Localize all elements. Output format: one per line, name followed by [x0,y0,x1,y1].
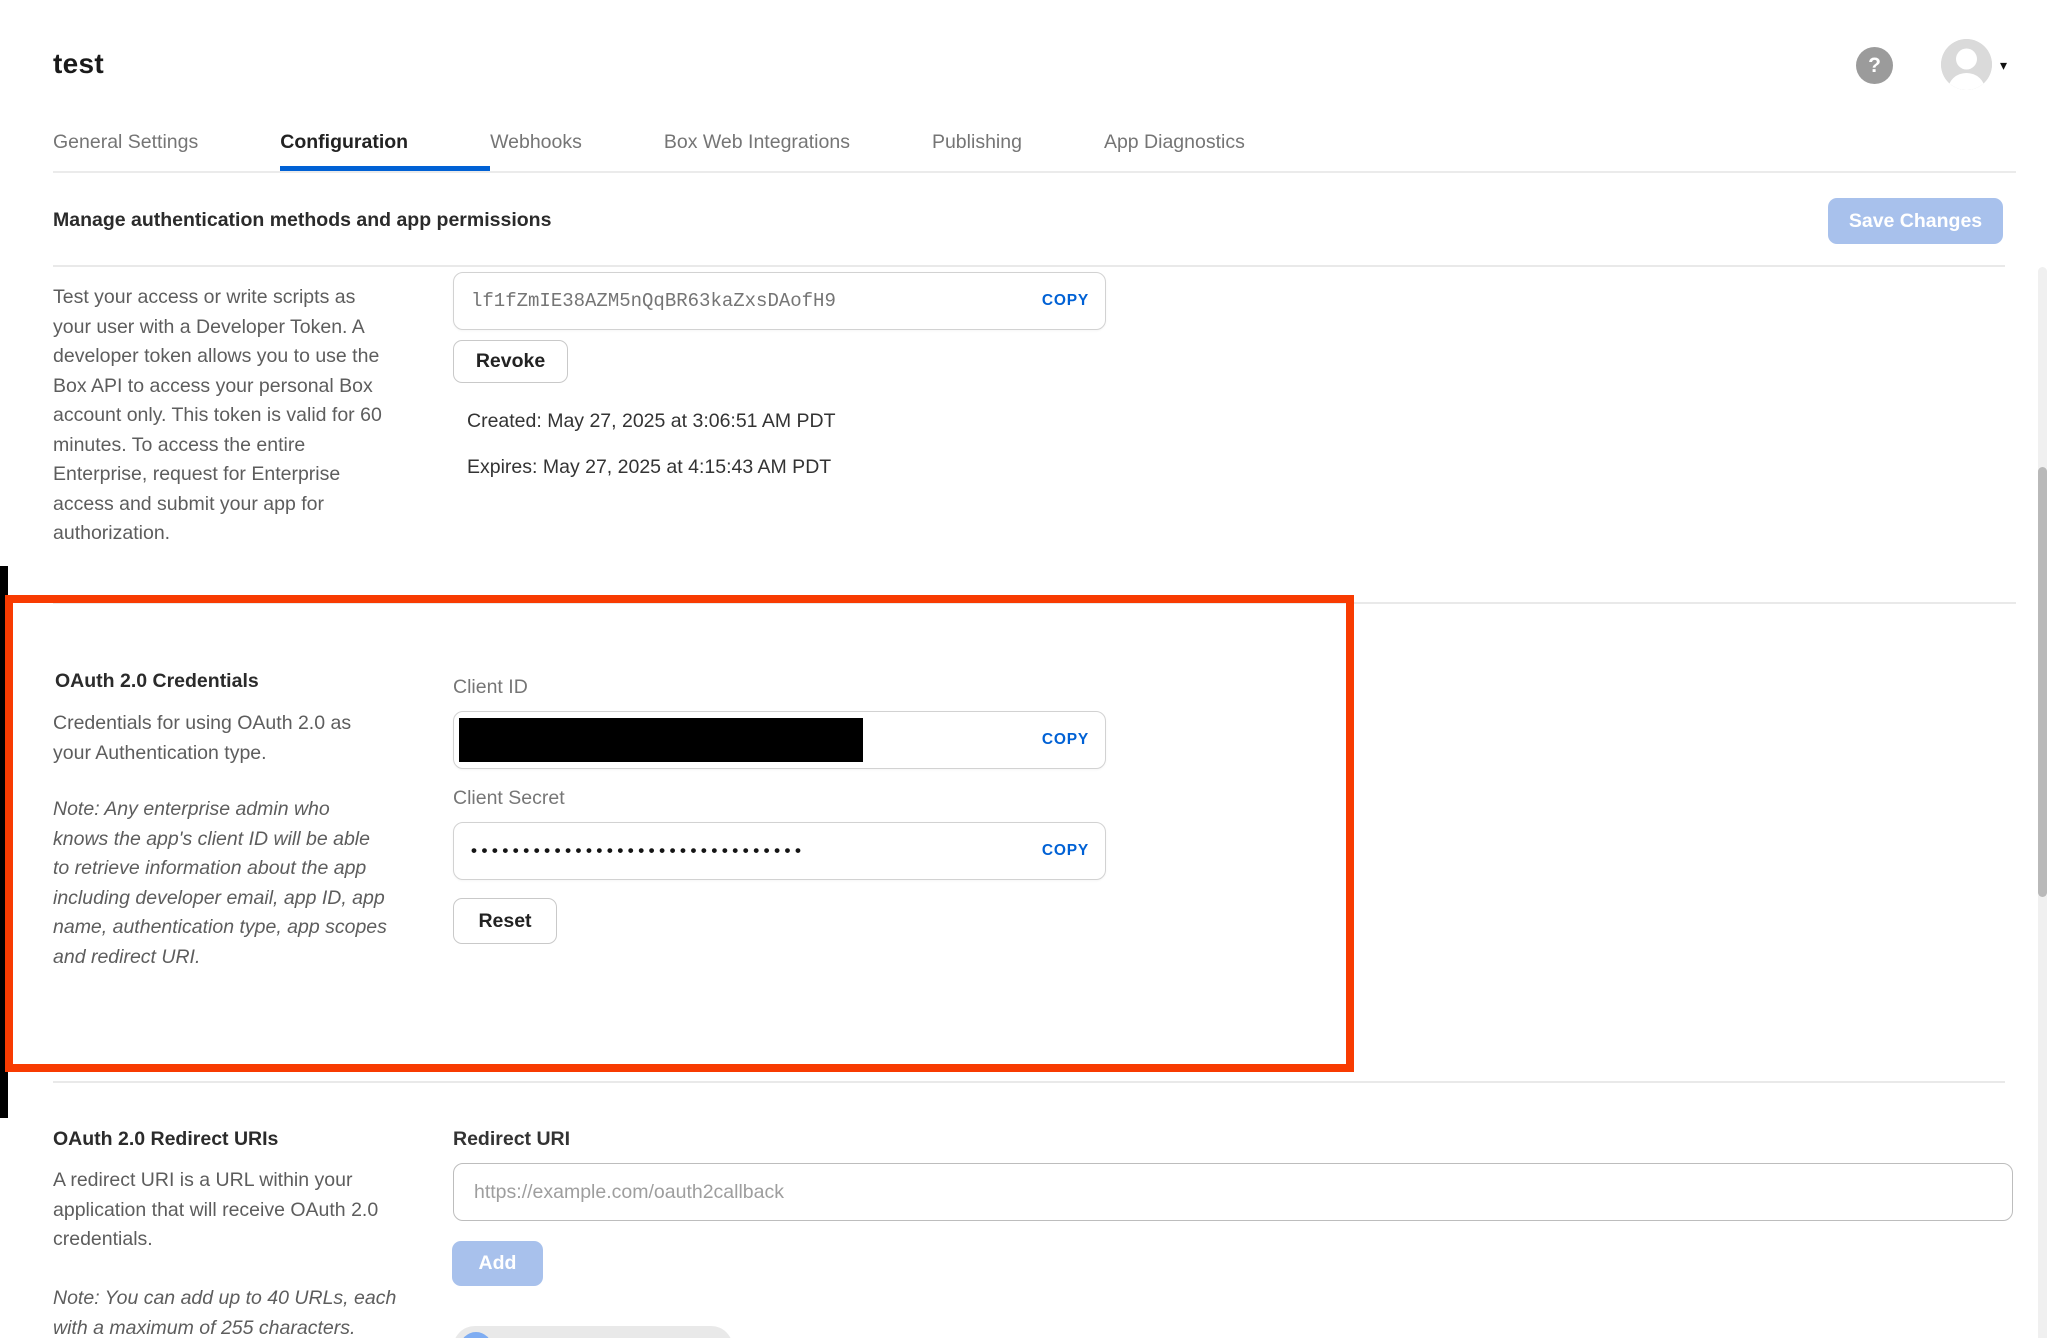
tab-webhooks[interactable]: Webhooks [490,131,664,171]
copy-client-secret-button[interactable]: COPY [1042,842,1089,860]
tab-app-diagnostics[interactable]: App Diagnostics [1104,131,1327,171]
client-id-label: Client ID [453,676,528,699]
uri-bullet-icon [460,1332,492,1338]
copy-token-button[interactable]: COPY [1042,292,1089,310]
avatar[interactable] [1941,39,1992,90]
divider [53,1081,2005,1083]
redirect-uri-input[interactable] [453,1163,2013,1221]
tab-publishing[interactable]: Publishing [932,131,1104,171]
client-id-redaction [459,718,863,762]
oauth-credentials-description: Credentials for using OAuth 2.0 as your … [53,709,473,768]
revoke-button[interactable]: Revoke [453,340,568,383]
add-redirect-uri-button[interactable]: Add [452,1241,543,1286]
save-changes-button[interactable]: Save Changes [1828,198,2003,244]
client-id-field[interactable]: COPY [453,711,1106,769]
redirect-uris-description: A redirect URI is a URL within your appl… [53,1166,473,1255]
developer-token-field[interactable]: lf1fZmIE38AZM5nQqBR63kaZxsDAofH9 COPY [453,272,1106,330]
redirect-uris-note: Note: You can add up to 40 URLs, each wi… [53,1284,493,1338]
divider [53,265,2005,267]
help-button[interactable]: ? [1856,47,1893,84]
token-expires-timestamp: Expires: May 27, 2025 at 4:15:43 AM PDT [467,456,831,479]
copy-client-id-button[interactable]: COPY [1042,731,1089,749]
redirect-uris-heading: OAuth 2.0 Redirect URIs [53,1128,278,1151]
oauth-credentials-note: Note: Any enterprise admin who knows the… [53,795,483,972]
redirect-uri-list-item[interactable] [453,1326,733,1338]
client-secret-label: Client Secret [453,787,565,810]
divider [53,602,2016,604]
scrollbar-thumb[interactable] [2038,467,2047,897]
redirect-uri-label: Redirect URI [453,1128,570,1151]
app-config-page: test ? ▾ General Settings Configuration … [0,0,2048,1338]
developer-token-value: lf1fZmIE38AZM5nQqBR63kaZxsDAofH9 [471,290,836,312]
tab-general-settings[interactable]: General Settings [53,131,280,171]
annotation-black-bar [0,566,8,1118]
tabs-divider [53,171,2016,173]
oauth-credentials-heading: OAuth 2.0 Credentials [55,670,259,693]
client-secret-field[interactable]: •••••••••••••••••••••••••••••••• COPY [453,822,1106,880]
chevron-down-icon[interactable]: ▾ [2000,57,2007,74]
client-secret-masked-value: •••••••••••••••••••••••••••••••• [471,841,805,861]
reset-button[interactable]: Reset [453,898,557,944]
tab-box-web-integrations[interactable]: Box Web Integrations [664,131,932,171]
person-icon [1941,39,1992,90]
page-title: test [53,48,104,80]
tab-bar: General Settings Configuration Webhooks … [53,131,1327,171]
token-created-timestamp: Created: May 27, 2025 at 3:06:51 AM PDT [467,410,836,433]
developer-token-description: Test your access or write scripts as you… [53,283,473,549]
question-mark-icon: ? [1868,54,1881,78]
section-toolbar-heading: Manage authentication methods and app pe… [53,209,551,232]
tab-configuration[interactable]: Configuration [280,131,490,171]
